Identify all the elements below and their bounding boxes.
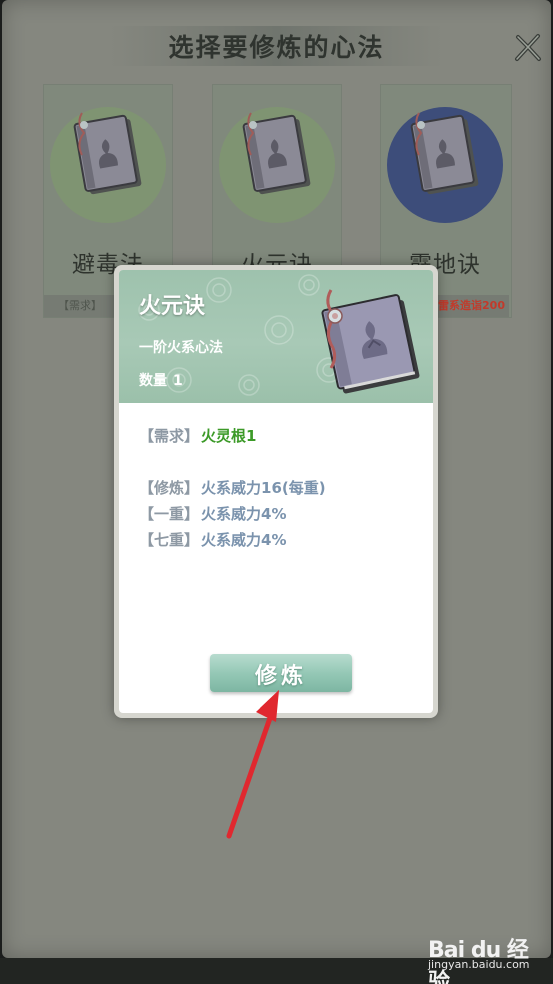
train-button[interactable]: 修炼	[210, 654, 352, 692]
stat-line: 【修炼】 火系威力16(每重)	[139, 477, 326, 498]
requirement-line: 【需求】 火灵根1	[139, 425, 256, 446]
train-button-label: 修炼	[254, 664, 307, 689]
stat-label: 【一重】	[139, 505, 200, 523]
close-button[interactable]	[512, 32, 544, 64]
close-icon	[515, 34, 541, 61]
stat-value: 火系威力4%	[201, 505, 287, 523]
stat-value: 火系威力16(每重)	[201, 479, 326, 497]
item-count: 数量 1	[139, 370, 183, 390]
stat-line: 【七重】 火系威力4%	[139, 529, 286, 550]
watermark: Bai du 经验 jingyan.baidu.com	[428, 932, 548, 984]
book-icon	[225, 95, 329, 207]
requirement-value: 火灵根1	[201, 427, 257, 445]
book-icon	[393, 95, 497, 207]
item-count-label: 数量	[139, 373, 167, 389]
modal-header: 火元诀 一阶火系心法 数量 1	[119, 270, 433, 403]
book-icon	[307, 278, 427, 396]
modal-content: 火元诀 一阶火系心法 数量 1 【需求】 火灵根1 【修炼】 火系威力16(每重…	[119, 270, 433, 713]
requirement-label: 【需求】	[139, 427, 200, 445]
stat-label: 【修炼】	[139, 479, 200, 497]
item-count-value: 1	[173, 373, 183, 389]
item-name: 火元诀	[139, 294, 206, 319]
page-title: 选择要修炼的心法	[168, 33, 385, 62]
screen: 选择要修炼的心法 避毒法 【需求】 霹地诀 雷系造诣200 火元诀 一阶火系心法…	[0, 0, 553, 984]
watermark-url: jingyan.baidu.com	[428, 958, 530, 971]
item-type: 一阶火系心法	[139, 340, 223, 356]
stat-line: 【一重】 火系威力4%	[139, 503, 286, 524]
stat-label: 【七重】	[139, 531, 200, 549]
skill-detail-modal: 火元诀 一阶火系心法 数量 1 【需求】 火灵根1 【修炼】 火系威力16(每重…	[114, 265, 438, 718]
stat-value: 火系威力4%	[201, 531, 287, 549]
book-icon	[56, 95, 160, 207]
